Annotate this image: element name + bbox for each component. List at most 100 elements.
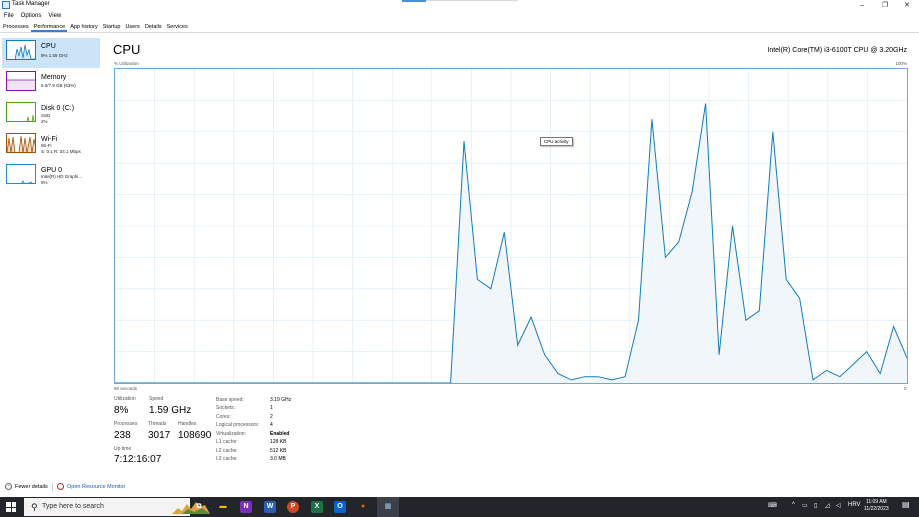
spec-label: Base speed: [216,397,244,403]
processes-value: 238 [114,430,131,441]
spec-label: Sockets: [216,405,236,411]
uptime-value: 7:12:16:07 [114,454,162,465]
title-accent-line [426,0,518,1]
tab-app-history[interactable]: App history [67,22,100,32]
file-explorer-icon[interactable]: ▬ [217,501,229,513]
tab-performance[interactable]: Performance [30,22,68,32]
spec-label: L1 cache: [216,439,238,445]
chevron-up-icon: ⌃ [5,483,12,490]
battery-icon[interactable]: ▯ [814,502,817,509]
threads-label: Threads [148,421,167,427]
spec-label: L2 cache: [216,448,238,454]
wifi-thumbnail-graph [6,133,36,153]
title-accent [402,0,426,2]
resource-sidebar: CPU 8% 1.59 GHz Memory 5.0/7.9 GB (63%) … [0,36,101,196]
menu-options[interactable]: Options [17,11,45,21]
sidebar-item-detail: 8% 1.59 GHz [41,53,68,58]
tab-services[interactable]: Services [164,22,190,32]
sidebar-item-wifi[interactable]: Wi-Fi Wi-Fi S: 0.1 R: 34.1 Mbps [2,131,100,161]
sidebar-item-label: CPU [41,43,56,50]
cpu-model-name: Intel(R) Core(TM) i3-6100T CPU @ 3.20GHz [767,47,907,54]
fewer-details-label: Fewer details [15,483,48,490]
task-manager-app-icon [2,1,10,9]
word-icon[interactable]: W [264,501,276,513]
spec-value: 4 [270,422,273,428]
outlook-icon[interactable]: O [334,501,346,513]
utilization-label: Utilization [114,396,136,402]
input-language[interactable]: HRV [848,502,861,508]
clock-time: 11:09 AM [865,499,887,505]
sidebar-item-cpu[interactable]: CPU 8% 1.59 GHz [2,38,100,68]
menu-file[interactable]: File [0,11,17,21]
windows-logo-icon [11,502,16,507]
sidebar-item-detail: S: 0.1 R: 34.1 Mbps [41,149,81,154]
window-title: Task Manager [12,1,50,7]
disk-thumbnail-graph [6,102,36,122]
footer-divider [52,483,53,491]
spec-value: 128 KB [270,439,287,445]
network-icon[interactable]: ◿ [825,502,830,509]
windows-logo-icon [11,507,16,512]
sidebar-item-label: Wi-Fi [41,136,58,143]
open-resource-monitor-link[interactable]: Open Resource Monitor [57,483,125,490]
volume-icon[interactable]: ◁ [836,502,841,509]
page-title: CPU [113,42,141,57]
time-axis-label: 60 seconds [114,386,138,391]
close-button[interactable]: ✕ [896,0,918,11]
resource-monitor-label: Open Resource Monitor [67,483,126,490]
minimize-button[interactable]: – [851,0,873,11]
task-manager-icon[interactable]: ▦ [382,501,394,513]
tab-users[interactable]: Users [122,22,141,32]
cpu-utilization-graph [114,68,908,384]
sidebar-item-detail: 5% [41,180,48,185]
memory-thumbnail-graph [6,71,36,91]
speed-value: 1.59 GHz [149,405,192,416]
sidebar-item-detail: SSD [41,113,51,118]
spec-label: L3 cache: [216,456,238,462]
taskbar-search-box[interactable]: ⚲ Type here to search [24,498,210,516]
windows-logo-icon [6,507,11,512]
firefox-icon[interactable]: ● [357,501,369,513]
menu-view[interactable]: View [44,11,64,21]
powerpoint-icon[interactable]: P [287,501,299,513]
sidebar-item-label: Memory [41,74,67,81]
tab-details[interactable]: Details [142,22,164,32]
processes-label: Processes [114,421,138,427]
spec-value: 3.19 GHz [270,397,292,403]
notifications-icon[interactable]: ▤ [902,500,910,509]
tab-startup[interactable]: Startup [100,22,123,32]
show-hidden-icons-icon[interactable]: ^ [792,502,795,508]
excel-icon[interactable]: X [311,501,323,513]
utilization-value: 8% [114,405,129,416]
system-clock[interactable]: 11:09 AM 11/22/2023 [864,499,889,513]
uptime-label: Up time [114,446,132,452]
restore-button[interactable]: ❐ [874,0,896,11]
tab-bar: Processes Performance App history Startu… [0,22,919,33]
start-button[interactable] [6,502,16,512]
gpu-thumbnail-graph [6,164,36,184]
keyboard-icon[interactable]: ⌨ [768,502,777,509]
sidebar-item-gpu[interactable]: GPU 0 Intel(R) HD Graphi... 5% [2,162,100,192]
search-icon: ⚲ [31,502,38,512]
cpu-graph-svg [114,69,908,384]
fewer-details-link[interactable]: ⌃ Fewer details [5,483,48,490]
sidebar-item-memory[interactable]: Memory 5.0/7.9 GB (63%) [2,69,100,99]
onenote-icon[interactable]: N [240,501,252,513]
resource-monitor-icon [57,483,64,490]
sidebar-item-detail: Wi-Fi [41,143,52,148]
spec-value: 512 KB [270,448,287,454]
sidebar-item-detail: 5.0/7.9 GB (63%) [41,83,76,88]
spec-value: 3.0 MB [270,456,286,462]
sidebar-item-disk[interactable]: Disk 0 (C:) SSD 2% [2,100,100,130]
sidebar-item-label: Disk 0 (C:) [41,105,75,112]
speed-label: Speed [149,396,164,402]
title-bar: Task Manager – ❐ ✕ [0,0,919,11]
task-view-icon[interactable]: ⧉ [193,501,205,513]
sidebar-item-label: GPU 0 [41,167,63,174]
menu-bar: File Options View [0,11,64,21]
display-icon[interactable]: ▭ [802,502,808,509]
tab-processes[interactable]: Processes [0,22,31,32]
sidebar-item-detail: 2% [41,119,48,124]
spec-value: 1 [270,405,273,411]
graph-max-label: 100% [895,61,907,66]
